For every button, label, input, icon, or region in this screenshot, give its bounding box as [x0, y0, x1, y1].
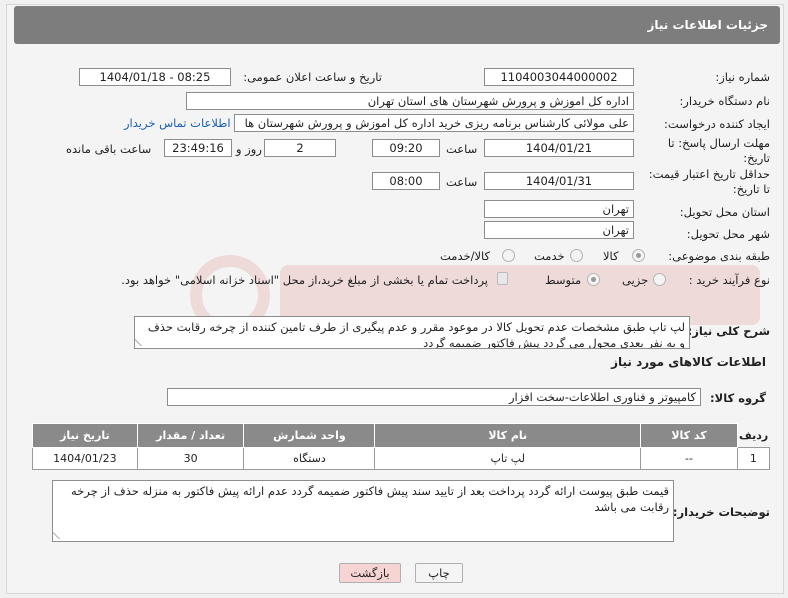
payment-treasury-note: پرداخت تمام یا بخشی از مبلغ خرید،از محل … [121, 273, 488, 287]
cell-date: 1404/01/23 [32, 447, 138, 470]
category-radio-goods-service[interactable] [502, 249, 515, 262]
category-radio-service[interactable] [570, 249, 583, 262]
reply-deadline-date: 1404/01/21 [484, 139, 634, 157]
page-header: جزئیات اطلاعات نیاز [14, 6, 780, 44]
col-header-unit: واحد شمارش [243, 423, 376, 448]
description-label: شرح کلی نیاز: [687, 324, 770, 338]
cell-unit: دستگاه [243, 447, 376, 470]
process-option-medium: متوسط [545, 273, 582, 287]
cell-qty: 30 [136, 447, 245, 470]
price-validity-time: 08:00 [372, 172, 440, 190]
col-header-code: کد کالا [640, 423, 738, 448]
goods-group-field: کامپیوتر و فناوری اطلاعات-سخت افزار [167, 388, 701, 406]
table-row: 1 -- لپ تاپ دستگاه 30 1404/01/23 [32, 447, 771, 470]
need-number-field: 1104003044000002 [484, 68, 634, 86]
price-validity-label-1: حداقل تاریخ اعتبار قیمت: [648, 167, 770, 181]
cell-row: 1 [736, 447, 771, 470]
resize-grip-icon [135, 338, 149, 346]
process-option-minor: جزیی [622, 273, 649, 287]
buyer-org-label: نام دستگاه خریدار: [679, 94, 770, 108]
delivery-city-field: تهران [484, 221, 634, 239]
payment-treasury-checkbox[interactable] [497, 272, 508, 285]
reply-deadline-days-label: روز و [236, 142, 262, 156]
col-header-date: تاریخ نیاز [32, 423, 138, 448]
announce-datetime-field: 1404/01/18 - 08:25 [79, 68, 231, 86]
category-label: طبقه بندی موضوعی: [668, 249, 770, 263]
buyer-notes-label: توضیحات خریدار: [672, 505, 770, 519]
announce-datetime-label: تاریخ و ساعت اعلان عمومی: [243, 70, 382, 84]
resize-grip-icon [53, 531, 67, 539]
reply-deadline-days: 2 [264, 139, 336, 157]
reply-deadline-time-label: ساعت [446, 142, 478, 156]
price-validity-time-label: ساعت [446, 175, 478, 189]
col-header-name: نام کالا [374, 423, 642, 448]
requester-label: ایجاد کننده درخواست: [664, 117, 770, 131]
description-textarea[interactable]: لپ تاپ طبق مشخصات عدم تحویل کالا در موعو… [134, 316, 690, 349]
cell-code: -- [640, 447, 738, 470]
price-validity-label-2: تا تاریخ: [732, 182, 770, 196]
goods-group-label: گروه کالا: [710, 391, 766, 405]
back-button[interactable]: بازگشت [339, 563, 401, 583]
purchase-process-label: نوع فرآیند خرید : [688, 273, 770, 287]
reply-deadline-remaining-label: ساعت باقی مانده [66, 142, 152, 156]
col-header-qty: تعداد / مقدار [136, 423, 245, 448]
buyer-org-field: اداره کل اموزش و پرورش شهرستان های استان… [186, 92, 634, 110]
category-radio-goods[interactable] [632, 249, 645, 262]
need-number-label: شماره نیاز: [715, 70, 770, 84]
reply-deadline-remaining: 23:49:16 [164, 139, 232, 157]
cell-name: لپ تاپ [374, 447, 642, 470]
requester-field: علی مولائی کارشناس برنامه ریزی خرید ادار… [234, 114, 634, 132]
page-title: جزئیات اطلاعات نیاز [647, 18, 768, 32]
buyer-notes-textarea[interactable]: قیمت طبق پیوست ارائه گردد پرداخت بعد از … [52, 480, 674, 542]
print-button[interactable]: چاپ [415, 563, 463, 583]
table-header-row: ردیف کد کالا نام کالا واحد شمارش تعداد /… [32, 423, 770, 448]
process-radio-minor[interactable] [653, 273, 666, 286]
price-validity-date: 1404/01/31 [484, 172, 634, 190]
category-option-goods: کالا [603, 249, 619, 263]
goods-table: ردیف کد کالا نام کالا واحد شمارش تعداد /… [32, 423, 771, 470]
col-header-row: ردیف [737, 423, 770, 448]
description-text: لپ تاپ طبق مشخصات عدم تحویل کالا در موعو… [147, 320, 685, 349]
category-option-goods-service: کالا/خدمت [440, 249, 491, 263]
reply-deadline-time: 09:20 [372, 139, 440, 157]
goods-section-title: اطلاعات کالاهای مورد نیاز [611, 355, 766, 369]
category-option-service: خدمت [534, 249, 565, 263]
reply-deadline-label-2: تاریخ: [743, 151, 770, 165]
buyer-notes-text: قیمت طبق پیوست ارائه گردد پرداخت بعد از … [71, 484, 669, 514]
buyer-contact-link[interactable]: اطلاعات تماس خریدار [124, 116, 231, 130]
reply-deadline-label-1: مهلت ارسال پاسخ: تا [667, 136, 770, 150]
delivery-province-field: تهران [484, 200, 634, 218]
process-radio-medium[interactable] [587, 273, 600, 286]
delivery-province-label: استان محل تحویل: [679, 205, 770, 219]
delivery-city-label: شهر محل تحویل: [686, 227, 770, 241]
